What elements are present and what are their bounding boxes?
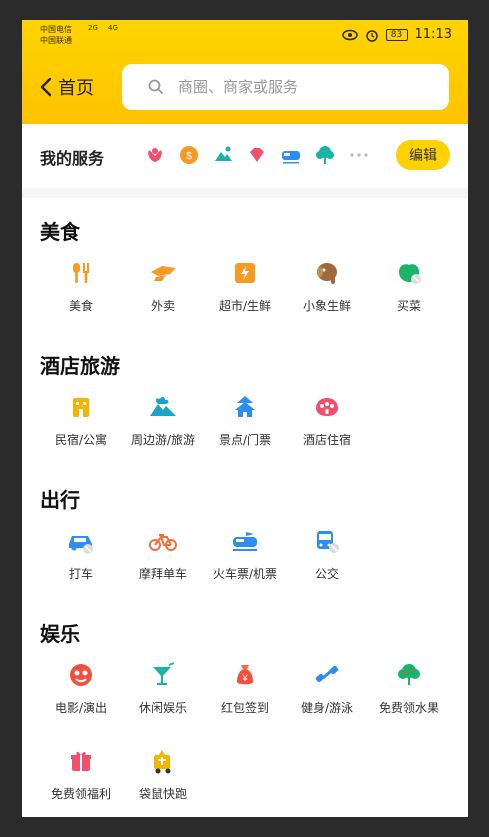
fork-knife-icon bbox=[66, 258, 96, 288]
search-input[interactable] bbox=[176, 77, 430, 97]
tile-label: 景点/门票 bbox=[218, 433, 272, 447]
tile-free-benefits[interactable]: 免费领福利 bbox=[36, 746, 126, 806]
tile-label: 电影/演出 bbox=[54, 701, 108, 715]
svg-text:¥: ¥ bbox=[241, 673, 248, 683]
tile-attractions[interactable]: 景点/门票 bbox=[200, 392, 290, 452]
lotus-icon[interactable] bbox=[144, 144, 166, 166]
tree-icon[interactable] bbox=[314, 144, 336, 166]
bus-icon bbox=[312, 526, 342, 556]
tile-label: 红包签到 bbox=[220, 701, 269, 715]
svg-text:$: $ bbox=[186, 151, 192, 162]
coin-icon[interactable]: $ bbox=[178, 144, 200, 166]
tile-label: 健身/游泳 bbox=[300, 701, 354, 715]
tile-label: 民宿/公寓 bbox=[54, 433, 108, 447]
phone-screen: 中国电信 中国联通 2G 4G 83 11:13 首页 我的服务 $ bbox=[22, 20, 468, 817]
fruit-tree-icon bbox=[394, 660, 424, 690]
header-bar: 中国电信 中国联通 2G 4G 83 11:13 首页 bbox=[22, 20, 468, 124]
tile-bus[interactable]: 公交 bbox=[282, 526, 372, 586]
section-title: 娱乐 bbox=[40, 622, 80, 646]
network-2: 4G bbox=[108, 24, 118, 32]
tile-label: 打车 bbox=[68, 567, 93, 581]
tile-movie[interactable]: 电影/演出 bbox=[36, 660, 126, 720]
alarm-icon bbox=[365, 29, 378, 42]
carrier-info: 中国电信 中国联通 bbox=[40, 24, 72, 46]
tile-red-envelope[interactable]: ¥ 红包签到 bbox=[200, 660, 290, 720]
tile-delivery[interactable]: 外卖 bbox=[118, 258, 208, 318]
my-services-title: 我的服务 bbox=[40, 149, 105, 168]
tile-label: 美食 bbox=[68, 299, 93, 313]
dumbbell-icon bbox=[312, 660, 342, 690]
search-box[interactable] bbox=[122, 64, 449, 110]
tile-label: 酒店住宿 bbox=[302, 433, 351, 447]
back-button[interactable]: 首页 bbox=[40, 74, 94, 100]
tile-label: 周边游/旅游 bbox=[130, 433, 196, 447]
elephant-icon bbox=[312, 258, 342, 288]
tile-hotel[interactable]: 酒店住宿 bbox=[282, 392, 372, 452]
tile-kangaroo-run[interactable]: 袋鼠快跑 bbox=[118, 746, 208, 806]
taxi-icon bbox=[66, 526, 96, 556]
tile-label: 袋鼠快跑 bbox=[138, 787, 187, 801]
bolt-bag-icon bbox=[230, 258, 260, 288]
battery-indicator: 83 bbox=[385, 28, 408, 41]
tile-fitness[interactable]: 健身/游泳 bbox=[282, 660, 372, 720]
tile-train-flight[interactable]: 火车票/机票 bbox=[200, 526, 290, 586]
carrier-1: 中国电信 bbox=[40, 25, 72, 34]
status-right: 83 11:13 bbox=[341, 27, 452, 42]
pagoda-icon bbox=[230, 392, 260, 422]
palm-tree-icon bbox=[148, 392, 178, 422]
tile-taxi[interactable]: 打车 bbox=[36, 526, 126, 586]
section-title: 美食 bbox=[40, 220, 80, 244]
clock: 11:13 bbox=[414, 27, 452, 42]
gift-icon bbox=[66, 746, 96, 776]
search-icon bbox=[148, 79, 163, 94]
tile-nearby-travel[interactable]: 周边游/旅游 bbox=[118, 392, 208, 452]
delivery-icon bbox=[148, 258, 178, 288]
vegetable-icon bbox=[394, 258, 424, 288]
status-bar: 中国电信 中国联通 2G 4G 83 11:13 bbox=[22, 20, 468, 50]
hotel-icon bbox=[312, 392, 342, 422]
chevron-left-icon bbox=[40, 77, 52, 97]
beach-icon[interactable] bbox=[212, 144, 234, 166]
tile-label: 免费领水果 bbox=[378, 701, 439, 715]
house-icon bbox=[66, 392, 96, 422]
more-dots-icon[interactable] bbox=[348, 144, 370, 166]
section-divider bbox=[22, 188, 468, 198]
tile-label: 摩拜单车 bbox=[138, 567, 187, 581]
section-title: 出行 bbox=[40, 488, 80, 512]
tile-label: 休闲娱乐 bbox=[138, 701, 187, 715]
tile-label: 公交 bbox=[314, 567, 339, 581]
tile-label: 买菜 bbox=[396, 299, 421, 313]
train-ticket-icon bbox=[230, 526, 260, 556]
edit-button[interactable]: 编辑 bbox=[396, 140, 450, 170]
tile-food[interactable]: 美食 bbox=[36, 258, 126, 318]
tile-label: 小象生鲜 bbox=[302, 299, 351, 313]
red-envelope-icon: ¥ bbox=[230, 660, 260, 690]
tile-groceries[interactable]: 买菜 bbox=[364, 258, 454, 318]
tile-bike[interactable]: 摩拜单车 bbox=[118, 526, 208, 586]
tile-supermarket[interactable]: 超市/生鲜 bbox=[200, 258, 290, 318]
movie-icon bbox=[66, 660, 96, 690]
eye-icon bbox=[341, 29, 358, 40]
back-label: 首页 bbox=[58, 78, 94, 99]
section-title: 酒店旅游 bbox=[40, 354, 120, 378]
bike-icon bbox=[148, 526, 178, 556]
tile-label: 超市/生鲜 bbox=[218, 299, 272, 313]
gem-icon[interactable] bbox=[246, 144, 268, 166]
tile-leisure[interactable]: 休闲娱乐 bbox=[118, 660, 208, 720]
tile-label: 火车票/机票 bbox=[212, 567, 278, 581]
tile-homestay[interactable]: 民宿/公寓 bbox=[36, 392, 126, 452]
tile-free-fruit[interactable]: 免费领水果 bbox=[364, 660, 454, 720]
kangaroo-icon bbox=[148, 746, 178, 776]
my-services-icons: $ bbox=[144, 144, 370, 166]
my-services-bar: 我的服务 $ 编辑 bbox=[22, 124, 468, 188]
carrier-2: 中国联通 bbox=[40, 36, 72, 45]
tile-elephant[interactable]: 小象生鲜 bbox=[282, 258, 372, 318]
tile-label: 外卖 bbox=[150, 299, 175, 313]
train-icon[interactable] bbox=[280, 144, 302, 166]
network-1: 2G bbox=[88, 24, 98, 32]
cocktail-icon bbox=[148, 660, 178, 690]
tile-label: 免费领福利 bbox=[50, 787, 111, 801]
